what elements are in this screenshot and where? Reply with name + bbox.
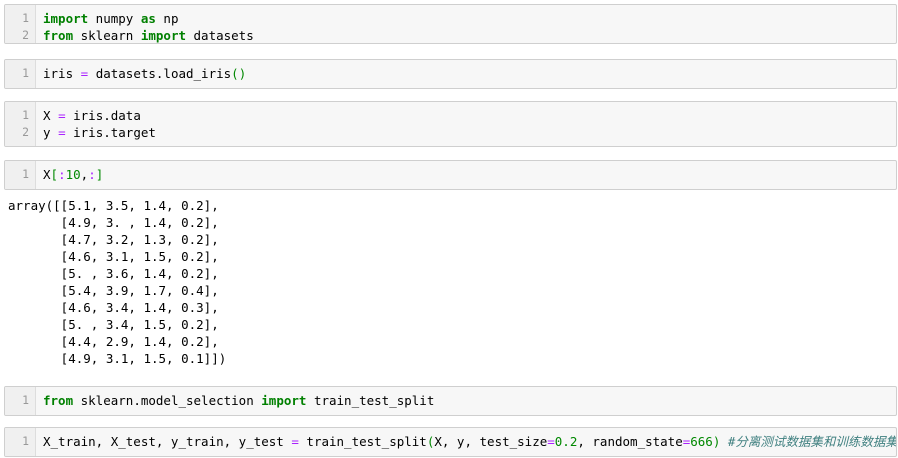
code-token: numpy xyxy=(88,11,141,26)
code-token: from xyxy=(43,28,74,43)
code-cell-assign-xy[interactable]: 1X = iris.data 2 y = iris.target xyxy=(4,101,897,147)
code-token: = xyxy=(58,108,66,123)
code-token: X xyxy=(43,108,59,123)
line-number: 1 xyxy=(22,108,29,122)
code-token: iris.data xyxy=(65,108,141,123)
code-text: iris = datasets.load_iris() xyxy=(43,65,246,82)
code-token: datasets.load_iris xyxy=(88,66,232,81)
code-token: iris xyxy=(43,66,81,81)
code-token: train_test_split xyxy=(298,434,427,449)
line-number: 1 xyxy=(22,434,29,448)
code-cell-train-test-split[interactable]: 1 X_train, X_test, y_train, y_test = trai… xyxy=(4,427,897,457)
code-token: X xyxy=(43,167,51,182)
line-number: 1 xyxy=(22,66,29,80)
output-line: [5.4, 3.9, 1.7, 0.4], xyxy=(8,283,219,298)
code-token: = xyxy=(58,125,66,140)
code-token: X, y, test_size xyxy=(434,434,548,449)
code-token: = xyxy=(547,434,555,449)
output-line: [4.4, 2.9, 1.4, 0.2], xyxy=(8,334,219,349)
code-token: as xyxy=(140,11,156,26)
code-token: import xyxy=(261,393,307,408)
code-line[interactable]: 2y = iris.target xyxy=(5,124,885,141)
code-line[interactable]: 1 from sklearn.model_selection import tra… xyxy=(5,392,885,409)
code-token: from xyxy=(43,393,74,408)
code-token: = xyxy=(291,434,299,449)
code-token: 666 xyxy=(690,434,713,449)
code-text: y = iris.target xyxy=(43,124,156,141)
code-line[interactable]: 1 X[:10,:] xyxy=(5,166,885,183)
code-comment: #分离测试数据集和训练数据集 xyxy=(720,434,897,449)
code-cell-slice[interactable]: 1 X[:10,:] xyxy=(4,160,897,190)
code-token: train_test_split xyxy=(306,393,435,408)
code-token: X_train, X_test, y_train, y_test xyxy=(43,434,292,449)
output-line: [5. , 3.6, 1.4, 0.2], xyxy=(8,266,219,281)
code-line[interactable]: 1 import numpy as np xyxy=(5,10,885,27)
output-line: [4.9, 3. , 1.4, 0.2], xyxy=(8,215,219,230)
output-line: [4.6, 3.4, 1.4, 0.3], xyxy=(8,300,219,315)
code-token: : xyxy=(88,167,96,182)
cell-output: array([[5.1, 3.5, 1.4, 0.2], [4.9, 3. , … xyxy=(8,197,226,367)
code-line[interactable]: 1X = iris.data xyxy=(5,107,885,124)
code-token: y xyxy=(43,125,59,140)
code-text: from sklearn import datasets xyxy=(43,27,254,43)
code-token: sklearn.model_selection xyxy=(73,393,262,408)
code-token: () xyxy=(231,66,247,81)
output-line: [4.9, 3.1, 1.5, 0.1]]) xyxy=(8,351,227,366)
code-line[interactable]: 1 iris = datasets.load_iris() xyxy=(5,65,885,82)
code-token: import xyxy=(140,28,186,43)
code-token: , random_state xyxy=(577,434,683,449)
code-token: 10 xyxy=(65,167,81,182)
code-text: X_train, X_test, y_train, y_test = train… xyxy=(43,433,897,450)
line-number: 2 xyxy=(22,28,29,42)
output-line: [4.6, 3.1, 1.5, 0.2], xyxy=(8,249,219,264)
code-token: iris.target xyxy=(65,125,156,140)
line-number: 1 xyxy=(22,167,29,181)
code-text: X[:10,:] xyxy=(43,166,103,183)
code-cell-imports[interactable]: 1 import numpy as np 2 from sklearn import … xyxy=(4,4,897,44)
code-line[interactable]: 1 X_train, X_test, y_train, y_test = trai… xyxy=(5,433,896,450)
code-token: datasets xyxy=(186,28,254,43)
line-number: 1 xyxy=(22,11,29,25)
code-token: : xyxy=(58,167,66,182)
code-token: import xyxy=(43,11,89,26)
code-text: import numpy as np xyxy=(43,10,178,27)
output-line: [4.7, 3.2, 1.3, 0.2], xyxy=(8,232,219,247)
line-number: 1 xyxy=(22,393,29,407)
code-cell-import-split[interactable]: 1 from sklearn.model_selection import tra… xyxy=(4,386,897,416)
line-number: 2 xyxy=(22,125,29,139)
code-text: from sklearn.model_selection import trai… xyxy=(43,392,434,409)
output-line: [5. , 3.4, 1.5, 0.2], xyxy=(8,317,219,332)
code-line[interactable]: 2 from sklearn import datasets xyxy=(5,27,885,43)
code-token: 0.2 xyxy=(554,434,578,449)
code-token: np xyxy=(155,11,179,26)
code-token: ] xyxy=(95,167,104,182)
code-text: X = iris.data xyxy=(43,107,141,124)
code-token: sklearn xyxy=(73,28,141,43)
output-line: array([[5.1, 3.5, 1.4, 0.2], xyxy=(8,198,219,213)
code-token: [ xyxy=(50,167,59,182)
code-cell-load-iris[interactable]: 1 iris = datasets.load_iris() xyxy=(4,59,897,89)
